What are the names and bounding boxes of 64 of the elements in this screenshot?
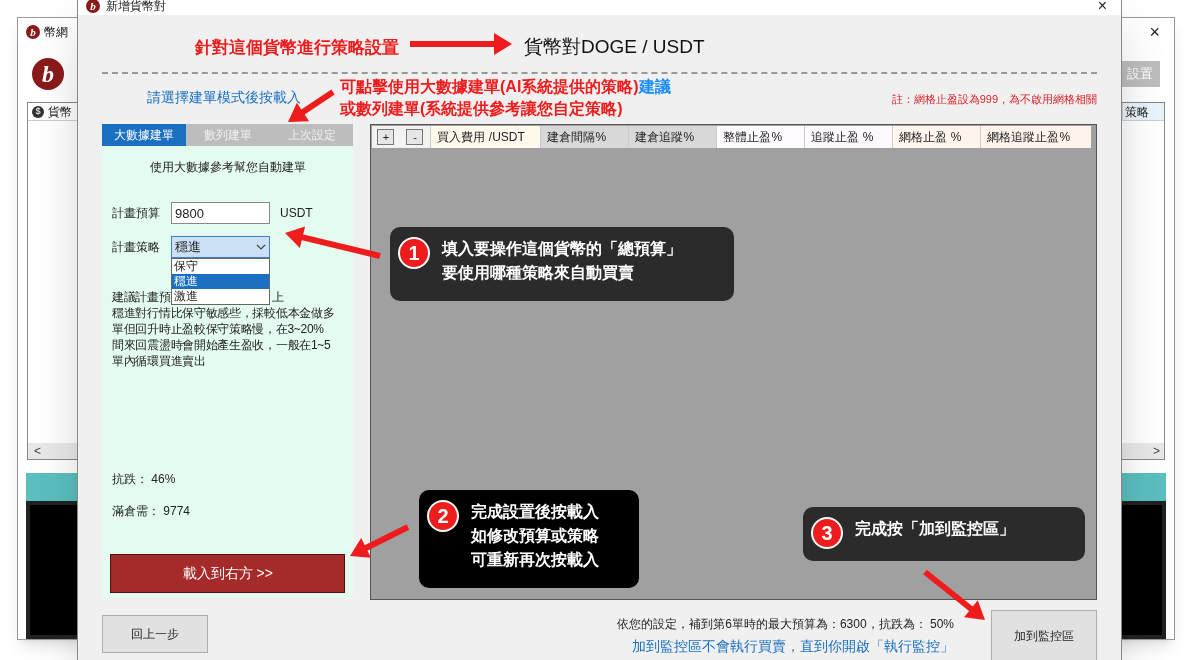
description-text: 單但回升時止盈較保守策略慢，在3~20% bbox=[112, 321, 325, 337]
column-header: 網格止盈 % bbox=[892, 126, 981, 148]
summary-text: 依您的設定，補到第6單時的最大預算為：6300，抗跌為： 50% bbox=[617, 616, 954, 633]
strategy-option[interactable]: 激進 bbox=[172, 289, 269, 304]
annotation-text: 可點擊使用大數據建單(AI系統提供的策略) bbox=[340, 77, 639, 97]
arrow bbox=[923, 569, 985, 620]
description-text: 上 bbox=[271, 289, 284, 305]
description-text: 間來回震盪時會開始產生盈收，一般在1~5 bbox=[112, 337, 332, 353]
column-header: 買入費用 /USDT bbox=[430, 126, 541, 148]
column-header: 建倉間隔% bbox=[540, 126, 629, 148]
column-header: 貨幣 bbox=[48, 103, 72, 121]
app-logo-icon: b bbox=[86, 0, 100, 13]
callout-text: 如修改預算或策略 bbox=[471, 526, 599, 546]
remove-row-button[interactable]: - bbox=[406, 129, 424, 145]
column-header: 策略 bbox=[1122, 103, 1164, 120]
scroll-right-arrow[interactable]: > bbox=[1149, 442, 1164, 460]
pair-heading: 貨幣對DOGE / USDT bbox=[524, 34, 705, 59]
app-logo-icon: b bbox=[26, 25, 40, 39]
step-number-badge: 3 bbox=[811, 517, 843, 549]
panel-intro: 使用大數據參考幫您自動建單 bbox=[148, 159, 307, 176]
annotation-text: 建議 bbox=[638, 77, 671, 97]
column-header: 網格追蹤止盈% bbox=[980, 126, 1091, 148]
budget-field[interactable]: 9800 bbox=[171, 202, 270, 224]
budget-label: 計畫預算 bbox=[112, 205, 161, 222]
close-button[interactable]: × bbox=[1149, 18, 1160, 46]
annotation-text: 針對這個貨幣進行策略設置 bbox=[195, 37, 399, 59]
step-number-badge: 1 bbox=[398, 237, 430, 269]
strategy-option[interactable]: 穩進 bbox=[172, 274, 269, 289]
chevron-down-icon bbox=[256, 244, 266, 250]
description-text: 單內循環買進賣出 bbox=[112, 353, 207, 369]
monitor-hint: 加到監控區不會執行買賣，直到你開啟「執行監控」 bbox=[632, 637, 954, 656]
note-text: 註：網格止盈設為999，為不啟用網格相關 bbox=[891, 91, 1097, 107]
arrow bbox=[350, 524, 410, 558]
close-button[interactable]: × bbox=[1097, 0, 1107, 14]
column-header: 建倉追蹤% bbox=[628, 126, 717, 148]
step-number-badge: 2 bbox=[427, 500, 459, 532]
app-logo-icon: b bbox=[32, 58, 64, 90]
load-button[interactable]: 載入到右方 >> bbox=[110, 554, 346, 593]
back-button[interactable]: 回上一步 bbox=[102, 615, 208, 653]
full-position-need: 滿倉需： 9774 bbox=[112, 503, 192, 520]
add-to-monitor-button[interactable]: 加到監控區 bbox=[991, 610, 1097, 660]
strategy-label: 計畫策略 bbox=[112, 239, 161, 256]
mode-prompt: 請選擇建單模式後按載入 bbox=[147, 87, 301, 107]
callout-text: 完成設置後按載入 bbox=[471, 502, 599, 522]
dialog-title: 新增貨幣對 bbox=[106, 0, 166, 13]
column-header: 整體止盈% bbox=[716, 126, 805, 148]
mode-tab[interactable]: 大數據建單 bbox=[102, 124, 186, 146]
strategy-option[interactable]: 保守 bbox=[172, 259, 269, 274]
arrow bbox=[288, 89, 335, 122]
callout-text: 可重新再次按載入 bbox=[471, 550, 599, 570]
description-text: 穩進對行情比保守敏感些，採較低本金做多 bbox=[112, 305, 336, 321]
drop-resistance: 抗跌： 46% bbox=[112, 471, 177, 488]
description-text: 建議計畫預 bbox=[112, 289, 171, 305]
window-title: 幣網 bbox=[44, 24, 68, 41]
add-row-button[interactable]: + bbox=[377, 129, 395, 145]
scroll-left-arrow[interactable]: < bbox=[28, 442, 47, 460]
callout-text: 填入要操作這個貨幣的「總預算」 bbox=[442, 239, 682, 259]
column-header: 追蹤止盈 % bbox=[804, 126, 893, 148]
budget-unit: USDT bbox=[280, 205, 313, 222]
annotation-text: 或數列建單(系統提供參考讓您自定策略) bbox=[340, 99, 624, 119]
coin-icon: $ bbox=[32, 105, 44, 118]
callout-text: 要使用哪種策略來自動買賣 bbox=[442, 263, 635, 283]
callout-text: 完成按「加到監控區」 bbox=[855, 519, 1015, 539]
strategy-dropdown[interactable]: 穩進 bbox=[171, 236, 270, 258]
